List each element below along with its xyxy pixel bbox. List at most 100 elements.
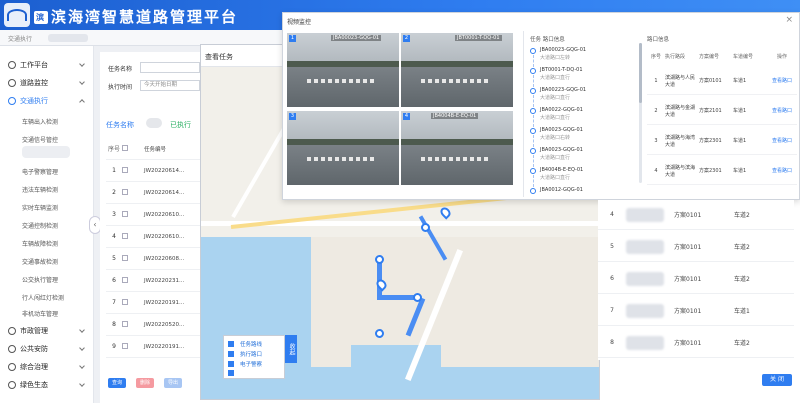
timeline-title: JBA0023-GQG-01 [540, 127, 583, 133]
row-checkbox[interactable] [122, 188, 144, 197]
cell-segment: 滨湖路与金湖大道 [665, 104, 696, 118]
row-checkbox[interactable] [122, 320, 144, 329]
table-row[interactable]: 7 方案0101 车道1 [598, 296, 794, 326]
legend-camera[interactable]: 电子警察 [228, 360, 262, 368]
row-checkbox[interactable] [122, 254, 144, 263]
cell-no: 4 [654, 167, 658, 174]
sidebar-item-municipal[interactable]: 市政管理 [0, 324, 94, 338]
cell-no: 4 [610, 211, 614, 218]
delete-button[interactable]: 删除 [136, 378, 155, 388]
legend-extra[interactable] [228, 370, 240, 376]
row-checkbox[interactable] [122, 342, 144, 351]
route-stop-marker[interactable] [375, 329, 384, 338]
sidebar-sub-item[interactable]: 交通事故检测 [0, 254, 94, 268]
task-status-executed[interactable]: 已执行 [170, 120, 191, 130]
table-row[interactable]: 7 JW20220191... [106, 292, 206, 314]
chevron-down-icon [79, 79, 85, 85]
sidebar-sub-item[interactable]: 实时车辆监测 [0, 200, 94, 214]
timeline-desc: 大道路口左转 [540, 55, 571, 61]
sidebar-sub-item[interactable]: 违法车辆检测 [0, 182, 94, 196]
table-row[interactable]: 8 方案0101 车道2 [598, 328, 794, 358]
chevron-down-icon [79, 345, 85, 351]
col-header: 操作 [776, 54, 787, 60]
table-row[interactable]: 4 方案0101 车道2 [598, 200, 794, 230]
row-code: JW20220610... [144, 211, 185, 218]
row-checkbox[interactable] [122, 232, 144, 241]
camera-feed[interactable]: 4 JB4004B-E-EQ-01 [401, 111, 513, 185]
sidebar-item-ecology[interactable]: 绿色生态 [0, 378, 94, 392]
close-button[interactable]: 关 闭 [762, 374, 792, 386]
timeline-dot-icon [530, 188, 536, 194]
table-row[interactable]: 8 JW20220520... [106, 314, 206, 336]
popup-scrollbar[interactable] [639, 43, 642, 183]
timeline-title: JBA0022-GQG-01 [540, 107, 583, 113]
sidebar-sub-item[interactable]: 行人闯红灯检测 [0, 290, 94, 304]
task-name-input[interactable] [140, 62, 200, 73]
legend-route[interactable]: 任务路线 [228, 340, 262, 348]
sidebar-item-governance[interactable]: 综合治理 [0, 360, 94, 374]
view-intersection-link[interactable]: 查看路口 [767, 107, 797, 114]
building-icon [8, 327, 16, 335]
table-row: 1 滨湖路与人民大道 方案0101 车道1 查看路口 [647, 67, 797, 95]
sidebar-item-workbench[interactable]: 工作平台 [0, 58, 94, 72]
timeline-title: JBA0023-GQG-01 [540, 147, 583, 153]
view-intersection-link[interactable]: 查看路口 [767, 167, 797, 174]
close-icon[interactable]: × [785, 15, 793, 25]
sidebar-sub-item[interactable]: 交通控制检测 [0, 218, 94, 232]
camera-feed[interactable]: 3 [287, 111, 399, 185]
table-row[interactable]: 5 方案0101 车道2 [598, 232, 794, 262]
exec-time-input[interactable]: 今天开始日期 [140, 80, 200, 91]
sidebar-sub-item[interactable]: 车辆出入检测 [0, 114, 94, 128]
sidebar-sub-item[interactable]: 电子警察管理 [0, 164, 94, 178]
row-code: JW20220520... [144, 321, 185, 328]
camera-feed[interactable]: 1 JBA00023-GQG-01 [287, 33, 399, 107]
sidebar-sub-item-blurred[interactable] [22, 146, 70, 158]
route-stop-marker[interactable] [375, 255, 384, 264]
sidebar-item-traffic-exec[interactable]: 交通执行 [0, 94, 94, 108]
timeline-title: JBA00023-GQG-01 [540, 47, 587, 53]
sidebar-sub-item[interactable]: 交通信号管控 [0, 132, 94, 146]
home-icon [8, 61, 16, 69]
legend-label: 电子警察 [240, 362, 263, 368]
table-row[interactable]: 6 方案0101 车道2 [598, 264, 794, 294]
row-checkbox[interactable] [122, 276, 144, 285]
export-button[interactable]: 导出 [164, 378, 183, 388]
select-all-checkbox[interactable] [122, 144, 144, 153]
cell-segment: 滨湖路与人民大道 [665, 74, 696, 88]
row-code: JW20220231... [144, 277, 185, 284]
timeline-desc: 大道路口直行 [540, 175, 571, 181]
route-stop-marker[interactable] [413, 293, 422, 302]
table-row[interactable]: 6 JW20220231... [106, 270, 206, 292]
table-row[interactable]: 3 JW20220610... [106, 204, 206, 226]
table-row[interactable]: 1 JW20220614... [106, 160, 206, 182]
row-no: 9 [112, 343, 116, 350]
row-checkbox[interactable] [122, 298, 144, 307]
col-header: 车道编号 [733, 54, 754, 60]
query-button[interactable]: 查询 [108, 378, 127, 388]
table-row[interactable]: 9 JW20220191... [106, 336, 206, 358]
view-intersection-link[interactable]: 查看路口 [767, 77, 797, 84]
timeline-header: 任务 路口信息 [530, 37, 565, 43]
leaf-icon [8, 381, 16, 389]
legend-intersection[interactable]: 执行路口 [228, 350, 262, 358]
table-row[interactable]: 4 JW20220610... [106, 226, 206, 248]
camera-label: JB4004B-E-EQ-01 [431, 113, 479, 119]
col-no-header: 序号 [107, 146, 120, 153]
row-code: JW20220614... [144, 167, 185, 174]
cell-blurred [626, 335, 664, 350]
sidebar-sub-item[interactable]: 车辆故障检测 [0, 236, 94, 250]
sidebar-sub-item[interactable]: 公交执行管理 [0, 272, 94, 286]
row-checkbox[interactable] [122, 166, 144, 175]
camera-feed[interactable]: 2 JBT0001-T-DQ-01 [401, 33, 513, 107]
sidebar-sub-item[interactable]: 非机动车管理 [0, 306, 94, 320]
row-checkbox[interactable] [122, 210, 144, 219]
route-stop-marker[interactable] [421, 223, 430, 232]
legend-fold-button[interactable]: 收起 [285, 335, 297, 363]
sidebar-item-road-monitor[interactable]: 道路监控 [0, 76, 94, 90]
table-row[interactable]: 2 JW20220614... [106, 182, 206, 204]
timeline-desc: 大道路口直行 [540, 115, 571, 121]
sidebar-item-security[interactable]: 公共安防 [0, 342, 94, 356]
breadcrumb[interactable]: 交通执行 [8, 34, 32, 43]
table-row[interactable]: 5 JW20220608... [106, 248, 206, 270]
view-intersection-link[interactable]: 查看路口 [767, 137, 797, 144]
